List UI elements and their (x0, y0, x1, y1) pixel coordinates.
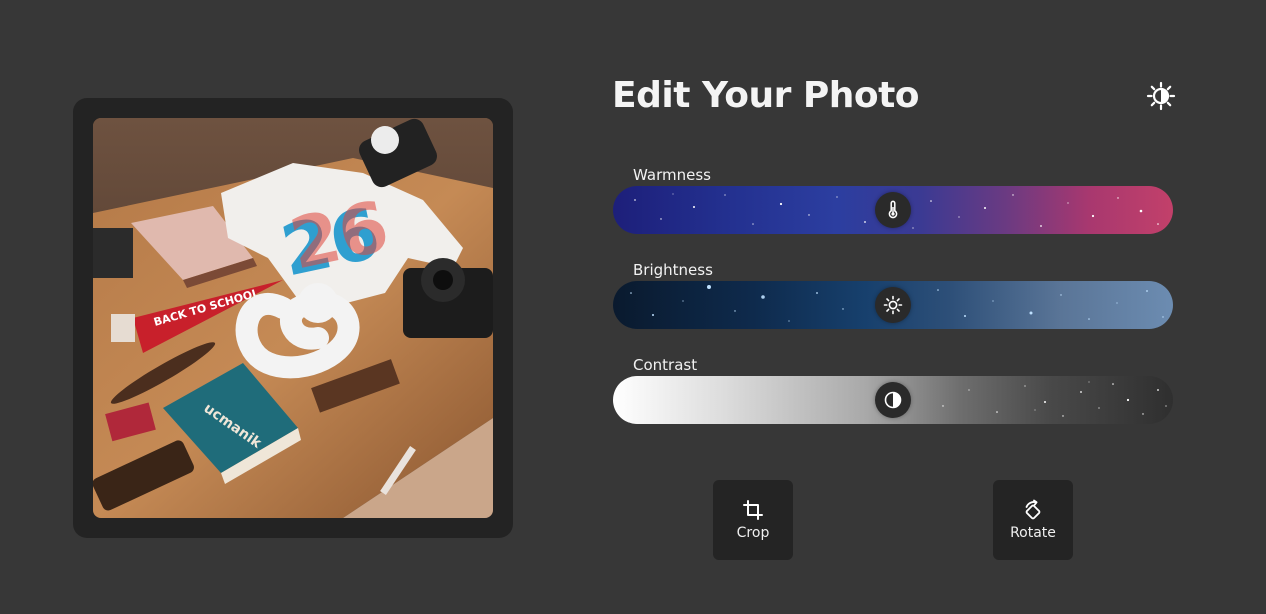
crop-icon (742, 499, 764, 521)
warmness-control: Warmness (613, 165, 1173, 234)
rotate-button[interactable]: Rotate (993, 480, 1073, 560)
brightness-control: Brightness (613, 260, 1173, 329)
rotate-label: Rotate (1010, 525, 1056, 541)
photo-frame: 26 26 BACK TO SCHOOL ucmanik (73, 98, 513, 538)
contrast-control: Contrast (613, 355, 1173, 424)
warmness-slider[interactable] (613, 186, 1173, 234)
half-circle-icon (884, 391, 902, 409)
rotate-icon (1022, 499, 1044, 521)
theme-toggle-button[interactable] (1146, 81, 1176, 111)
thermometer-icon (888, 200, 898, 219)
brightness-contrast-icon (1146, 81, 1176, 111)
page-title: Edit Your Photo (612, 75, 920, 116)
crop-button[interactable]: Crop (713, 480, 793, 560)
contrast-slider[interactable] (613, 376, 1173, 424)
brightness-slider-thumb[interactable] (875, 287, 911, 323)
warmness-slider-thumb[interactable] (875, 192, 911, 228)
brightness-label: Brightness (633, 261, 713, 279)
contrast-label: Contrast (633, 356, 698, 374)
crop-label: Crop (736, 525, 770, 541)
photo-preview: 26 26 BACK TO SCHOOL ucmanik (93, 118, 493, 518)
photo-image: 26 26 BACK TO SCHOOL ucmanik (93, 118, 493, 518)
sun-icon (883, 295, 903, 315)
warmness-label: Warmness (633, 166, 711, 184)
brightness-slider[interactable] (613, 281, 1173, 329)
contrast-slider-thumb[interactable] (875, 382, 911, 418)
